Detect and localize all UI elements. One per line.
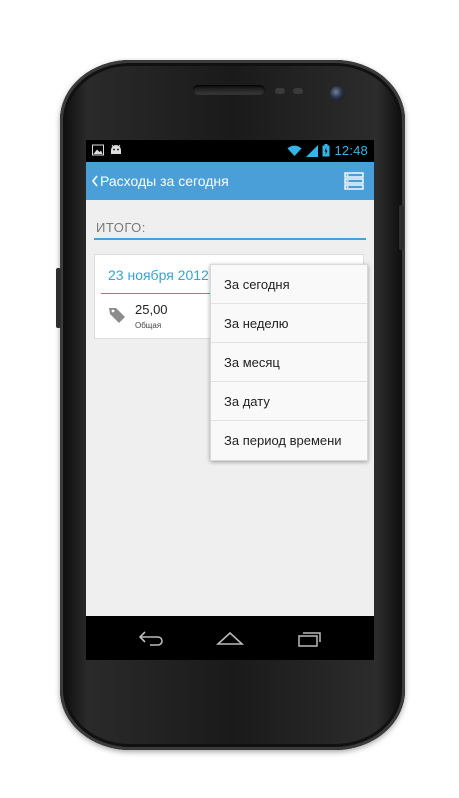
earpiece-speaker — [193, 85, 265, 95]
status-bar: 12:48 — [86, 140, 374, 162]
front-camera — [330, 86, 345, 101]
battery-icon — [322, 144, 330, 157]
power-button — [399, 205, 404, 250]
volume-button — [56, 268, 61, 328]
expense-category: Общая — [135, 321, 162, 330]
expense-amount: 25,00 — [135, 302, 168, 317]
light-sensor — [293, 88, 303, 94]
summary-label: ИТОГО: — [96, 220, 146, 235]
period-dropdown-menu: За сегодня За неделю За месяц За дату За… — [210, 264, 368, 461]
page-title[interactable]: Расходы за сегодня — [100, 173, 229, 189]
expense-date: 23 ноября 2012 — [108, 267, 209, 283]
wifi-icon — [287, 145, 302, 156]
signal-icon — [306, 144, 319, 157]
menu-item-month[interactable]: За месяц — [211, 343, 367, 382]
back-icon[interactable] — [136, 628, 166, 648]
menu-item-week[interactable]: За неделю — [211, 304, 367, 343]
device-frame: 12:48 Расходы за сегодня ИТОГО: 23 ноябр… — [0, 0, 459, 798]
content-area: ИТОГО: 23 ноября 2012 25,00 Общая За сег… — [86, 200, 374, 616]
navigation-bar — [86, 616, 374, 660]
screen: 12:48 Расходы за сегодня ИТОГО: 23 ноябр… — [86, 140, 374, 660]
menu-item-period[interactable]: За период времени — [211, 421, 367, 460]
price-tag-icon — [109, 308, 125, 323]
home-icon[interactable] — [215, 628, 245, 648]
clock: 12:48 — [334, 143, 368, 158]
recent-apps-icon[interactable] — [295, 628, 325, 648]
menu-item-date[interactable]: За дату — [211, 382, 367, 421]
view-menu-icon[interactable] — [343, 170, 365, 192]
action-bar: Расходы за сегодня — [86, 162, 374, 200]
android-icon — [111, 144, 121, 154]
section-divider — [94, 238, 366, 240]
menu-item-today[interactable]: За сегодня — [211, 265, 367, 304]
proximity-sensor — [275, 88, 285, 94]
image-icon — [92, 144, 104, 156]
